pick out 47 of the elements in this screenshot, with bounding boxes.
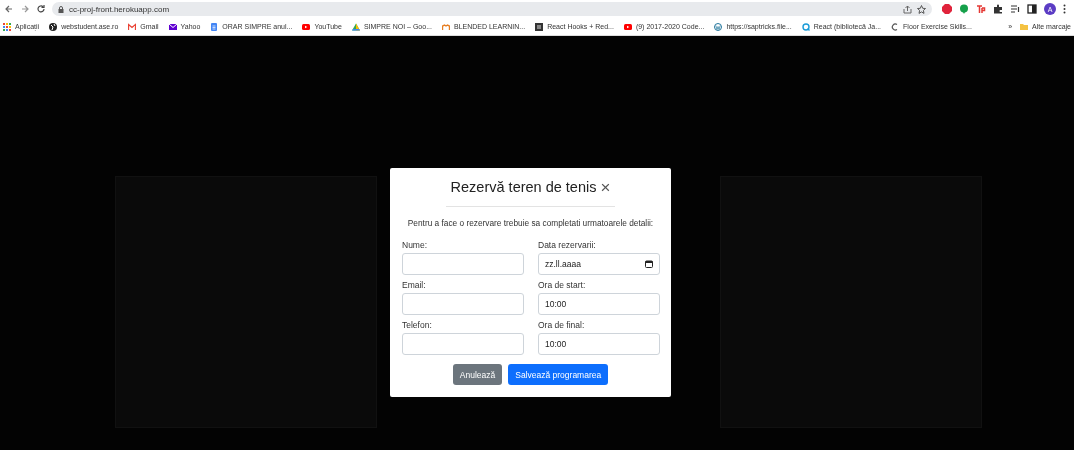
reload-icon[interactable]: [36, 4, 46, 14]
field-label: Email:: [402, 279, 427, 292]
field-label: Nume:: [402, 239, 429, 252]
speech-bubble-icon[interactable]: [959, 4, 969, 14]
wordpress-icon: [714, 22, 723, 31]
input-field[interactable]: [402, 253, 524, 275]
playlist-icon[interactable]: [1010, 4, 1020, 14]
c-logo-icon: [891, 22, 900, 31]
field-label: Ora de start:: [538, 279, 587, 292]
envelope-icon: [168, 22, 177, 31]
modal-title: Rezervă teren de tenis: [450, 179, 597, 195]
input-field[interactable]: [402, 333, 524, 355]
cancel-button[interactable]: Anulează: [452, 364, 503, 385]
input-field[interactable]: [402, 293, 524, 315]
forward-arrow-icon[interactable]: [20, 4, 30, 14]
apps-grid-icon: [3, 22, 11, 31]
lock-icon: [58, 5, 64, 13]
field-label: Ora de final:: [538, 319, 586, 332]
back-arrow-icon[interactable]: [4, 4, 14, 14]
save-button[interactable]: Salvează programarea: [508, 364, 609, 385]
stop-sign-icon[interactable]: [942, 4, 952, 14]
calendar-icon: [645, 260, 653, 268]
dark-square-icon: [535, 22, 544, 31]
triangle-icon: [351, 22, 360, 31]
play-icon: [302, 22, 311, 31]
star-icon[interactable]: [917, 4, 926, 14]
globe-icon: [49, 22, 58, 31]
input-field[interactable]: 10:00: [538, 333, 660, 355]
more-menu-icon[interactable]: [1063, 4, 1066, 14]
share-icon[interactable]: [903, 4, 912, 14]
intro-text: Pentru a face o rezervare trebuie sa completati urmatoarele detalii:: [406, 218, 655, 228]
side-panel-icon[interactable]: [1027, 4, 1037, 14]
address-bar[interactable]: cc-proj-front.herokuapp.com: [52, 2, 932, 16]
play-icon: [623, 22, 632, 31]
field-label: Data rezervarii:: [538, 239, 597, 252]
document-icon: [210, 22, 219, 31]
close-button[interactable]: ×: [600, 178, 611, 196]
tp-icon[interactable]: [976, 4, 986, 14]
field-label: Telefon:: [402, 319, 433, 332]
url-text: cc-proj-front.herokuapp.com: [69, 4, 170, 14]
date-field[interactable]: zz.ll.aaaa: [538, 253, 660, 275]
puzzle-icon[interactable]: [993, 4, 1003, 14]
input-field[interactable]: 10:00: [538, 293, 660, 315]
folder-icon: [1020, 22, 1029, 31]
mail-icon: [128, 22, 137, 31]
q-logo-icon: [801, 22, 810, 31]
m-logo-icon: [441, 22, 450, 31]
